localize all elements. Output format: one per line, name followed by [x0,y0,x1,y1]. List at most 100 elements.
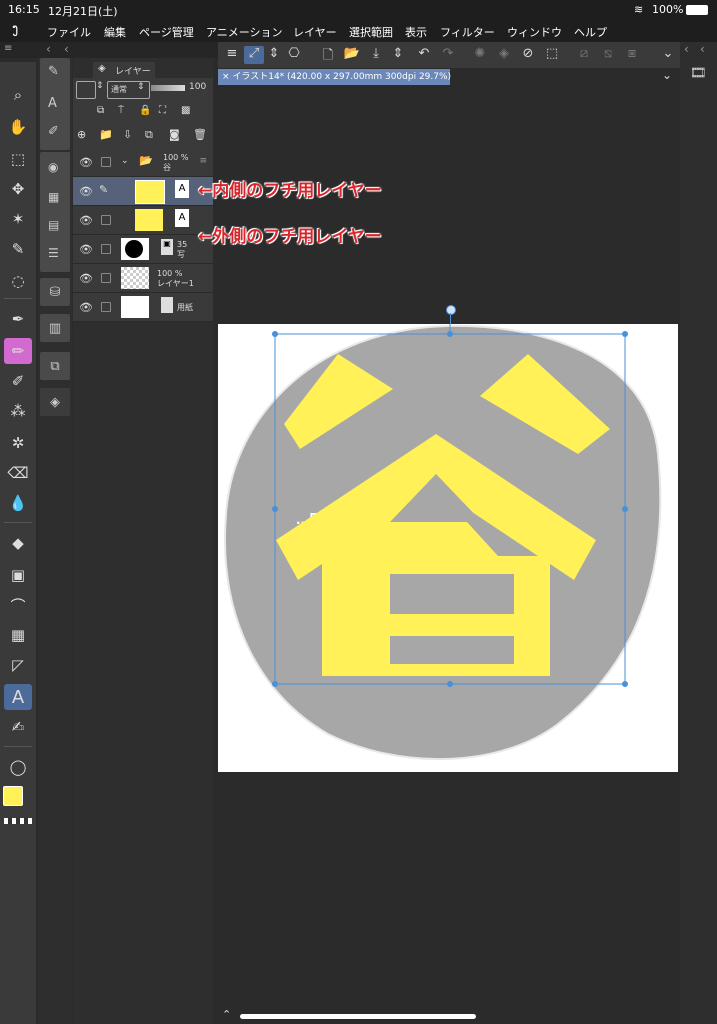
gradient-icon[interactable]: ▣ [4,562,32,588]
merge-icon[interactable]: ⧉ [145,128,153,142]
subtool-pen-icon[interactable]: ✎ [48,64,59,79]
text-tool-icon[interactable]: A [4,684,32,710]
transparent-color-swatch[interactable] [4,818,32,824]
menu-edit[interactable]: 編集 [104,24,126,40]
mask-icon[interactable]: ◙ [169,128,180,141]
layer-checkbox[interactable] [101,157,111,167]
visibility-eye-icon[interactable]: 👁 [79,185,93,198]
visibility-eye-icon[interactable]: 👁 [79,156,93,169]
history-icon[interactable]: ▤ [48,218,59,232]
panel-menu-icon[interactable]: ≡ [4,43,12,54]
layer-row-paper[interactable]: 👁 用紙 [73,293,213,322]
crop-icon[interactable]: ⬚ [542,46,562,64]
auto-select-icon[interactable]: ✶ [4,206,32,232]
eraser-icon[interactable]: ⌫ [4,460,32,486]
layer-menu-icon[interactable]: ≡ [199,156,207,166]
layer-checkbox[interactable] [101,244,111,254]
navigator-icon[interactable]: ◉ [48,160,58,174]
layer-checkbox[interactable] [101,215,111,225]
collapse-right2-icon[interactable]: ‹ [700,42,705,56]
color-set-icon[interactable]: ▦ [48,190,59,204]
operation-tool-icon[interactable]: ⬚ [4,146,32,172]
open-file-icon[interactable]: 📂 [342,46,362,64]
transform-icon[interactable]: ⤢ [244,46,264,64]
menu-icon[interactable]: ≡ [222,46,242,64]
layer-row-raster[interactable]: 👁 100 % レイヤー1 [73,264,213,293]
canvas[interactable]: ...5cm [218,324,678,772]
clip-icon[interactable]: ⧉ [97,105,104,116]
layer-row-inner-border[interactable]: 👁 ✎ A [73,177,213,206]
clip-icon[interactable]: ⧅ [598,46,618,64]
save-icon[interactable]: ⤓ [366,46,386,64]
layer-panel-icon[interactable]: ◈ [40,388,70,416]
fill-tool-icon[interactable]: ◆ [4,530,32,556]
move-layer-icon[interactable]: ✥ [4,176,32,202]
rotate-handle[interactable] [446,305,456,315]
airbrush-icon[interactable]: ⁂ [4,398,32,424]
animation-panel-icon[interactable]: 🎞 [690,66,707,81]
collapse-left-icon[interactable]: ‹ [46,42,51,56]
modify-icon[interactable]: ⎔ [284,46,304,64]
visibility-eye-icon[interactable]: 👁 [79,301,93,314]
new-folder-icon[interactable]: 📁 [99,128,113,141]
lock-transparent-icon[interactable]: ⛶ [159,105,166,116]
layer-checkbox[interactable] [101,302,111,312]
layer-row-outer-border[interactable]: 👁 A [73,206,213,235]
clear-icon[interactable]: ✺ [470,46,490,64]
mask-enable-icon[interactable]: ▩ [181,105,190,116]
material-icon[interactable]: ⛁ [40,278,70,306]
main-color-swatch[interactable] [3,786,23,806]
new-raster-icon[interactable]: ⊕ [77,128,86,141]
blend-icon[interactable]: 💧 [4,490,32,516]
undo-icon[interactable]: ↶ [414,46,434,64]
document-tab[interactable]: × イラスト14* (420.00 x 297.00mm 300dpi 29.7… [218,69,451,85]
subtool-text-icon[interactable]: A [48,96,57,111]
zoom-tool-icon[interactable]: ⌕ [4,82,32,108]
layer-row-folder[interactable]: 👁 ⌄ 📂 100 % 谷 ≡ [73,148,213,177]
updown-icon[interactable]: ⇕ [264,46,284,64]
figure-tool-icon[interactable]: ⌒ [4,592,32,618]
delete-layer-icon[interactable]: 🗑 [193,128,207,141]
layer-panel-tab[interactable]: ◈ レイヤー [93,62,155,78]
menu-help[interactable]: ヘルプ [574,24,607,40]
opacity-value[interactable]: 100 [189,82,206,92]
search-layer-icon[interactable]: ⧉ [40,352,70,380]
redo-icon[interactable]: ↷ [438,46,458,64]
hide-selection-icon[interactable]: ⧄ [574,46,594,64]
updown-icon[interactable]: ⇕ [388,46,408,64]
close-tab-icon[interactable]: × [222,72,232,82]
menu-view[interactable]: 表示 [405,24,427,40]
balloon-tool-icon[interactable]: ◯ [4,754,32,780]
expand-up-icon[interactable]: ⌃ [222,1008,231,1021]
timeline-icon[interactable]: ▥ [40,314,70,342]
layer-row-photo[interactable]: 👁 ▣ 35 写 [73,235,213,264]
collapse-right-icon[interactable]: ‹ [684,42,689,56]
color-mode-button[interactable] [76,81,96,99]
brush-tool-icon[interactable]: ✐ [4,368,32,394]
frame-tool-icon[interactable]: ▦ [4,622,32,648]
eyedropper-icon[interactable]: ✎ [4,236,32,262]
new-file-icon[interactable]: 🗋 [318,46,338,64]
transfer-down-icon[interactable]: ⇩ [123,128,132,141]
layer-property-icon[interactable]: ☰ [48,246,59,260]
reference-icon[interactable]: ⍑ [118,105,124,116]
visibility-eye-icon[interactable]: 👁 [79,214,93,227]
layer-checkbox[interactable] [101,273,111,283]
subtool-brush-icon[interactable]: ✐ [48,124,59,139]
tab-dropdown-icon[interactable]: ⌄ [662,68,672,82]
menu-selection[interactable]: 選択範囲 [349,24,393,40]
app-logo-icon[interactable]: ງ [12,22,18,37]
visibility-eye-icon[interactable]: 👁 [79,272,93,285]
ruler-tool-icon[interactable]: ◸ [4,652,32,678]
menu-page[interactable]: ページ管理 [139,24,194,40]
collapse-sub-icon[interactable]: ‹ [64,42,69,56]
updown-icon[interactable]: ⇕ [96,81,104,91]
lock-icon[interactable]: 🔒 [139,105,151,116]
opacity-slider[interactable] [151,85,185,91]
lasso-icon[interactable]: ◌ [4,268,32,294]
snap-icon[interactable]: ⧆ [622,46,642,64]
menu-window[interactable]: ウィンドウ [507,24,562,40]
correct-line-icon[interactable]: ✍ [4,714,32,740]
fill-icon[interactable]: ◈ [494,46,514,64]
pencil-tool-icon[interactable]: ✏ [4,338,32,364]
